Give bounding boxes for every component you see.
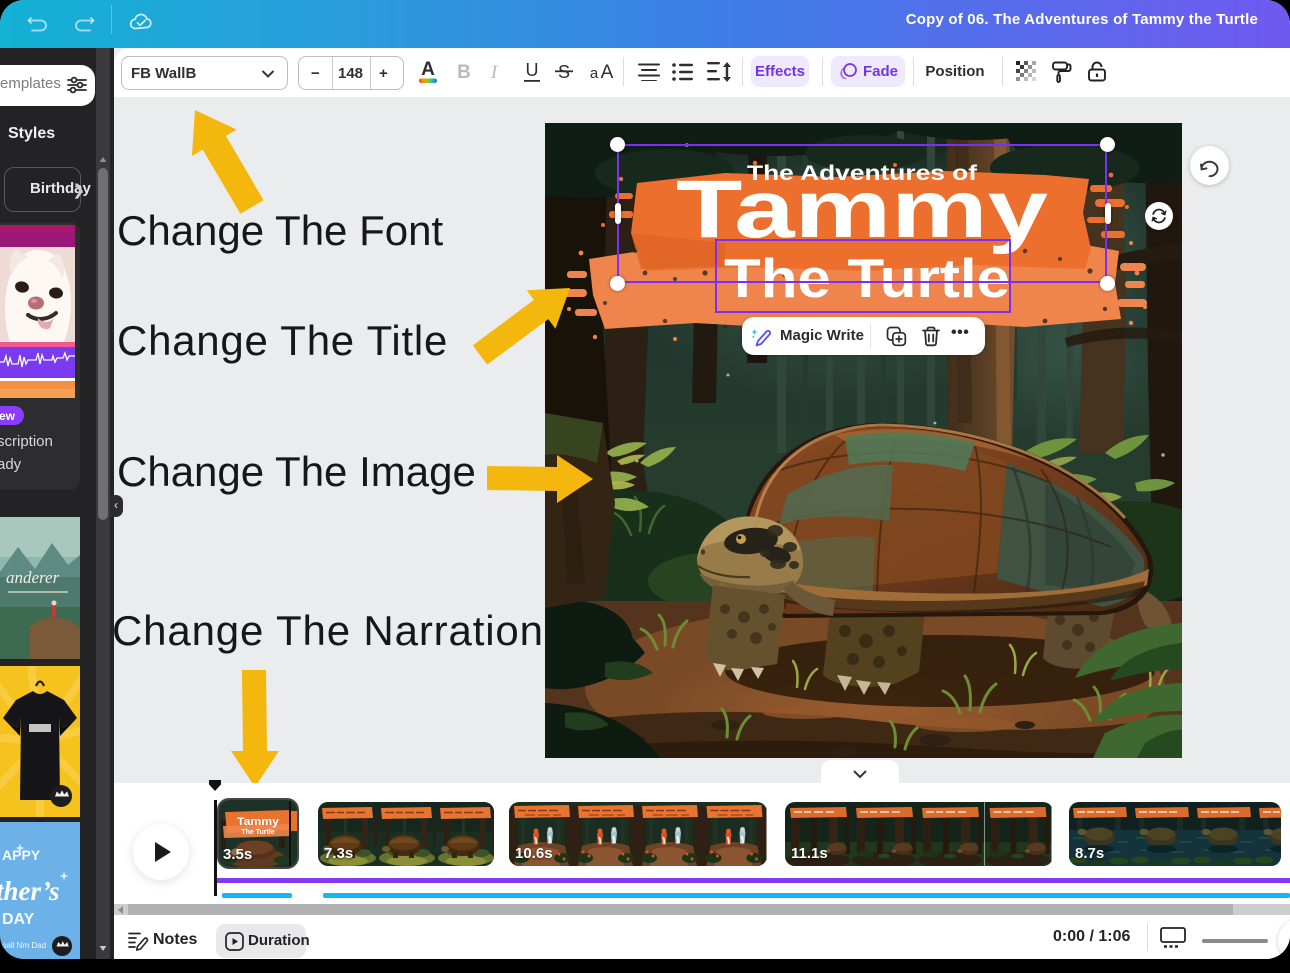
svg-text:a: a <box>590 65 599 82</box>
svg-text:U: U <box>526 60 539 80</box>
svg-text:The Turtle: The Turtle <box>241 829 274 836</box>
svg-text:I: I <box>490 62 499 83</box>
svg-text:A: A <box>421 59 435 80</box>
svg-text:ther’s: ther’s <box>0 876 60 906</box>
svg-text:A: A <box>601 62 614 83</box>
svg-text:Tammy: Tammy <box>237 816 280 828</box>
svg-text:anderer: anderer <box>6 568 60 587</box>
svg-text:DAY: DAY <box>2 911 35 928</box>
svg-text:APPY: APPY <box>2 847 41 863</box>
svg-text:B: B <box>457 62 471 83</box>
svg-text:oall Nm Dad: oall Nm Dad <box>2 941 46 950</box>
